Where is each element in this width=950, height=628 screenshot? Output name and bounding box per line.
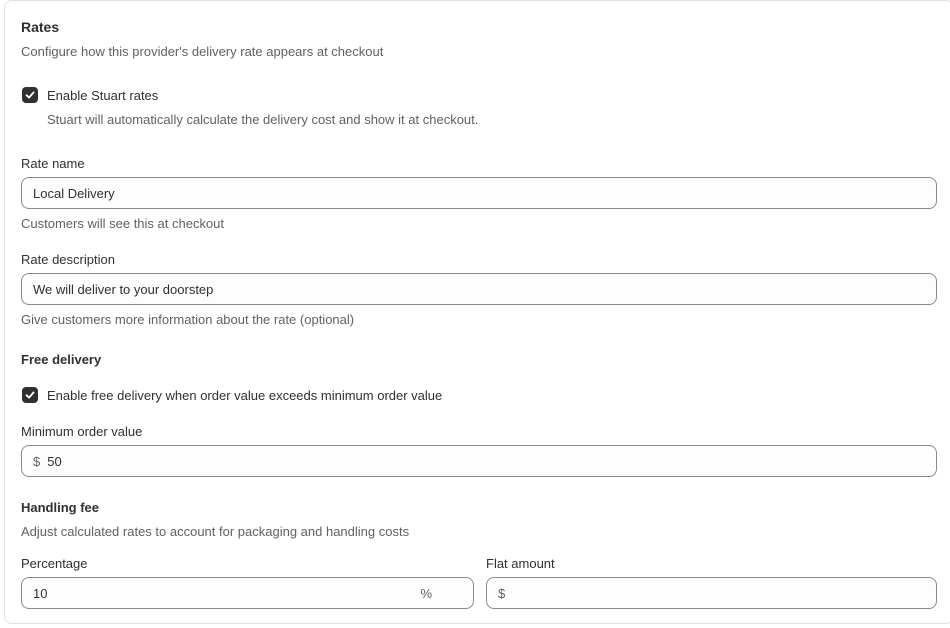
- rates-subtitle: Configure how this provider's delivery r…: [21, 44, 384, 59]
- rate-name-label: Rate name: [21, 156, 85, 171]
- handling-fee-subtitle: Adjust calculated rates to account for p…: [21, 524, 410, 539]
- enable-free-delivery-label[interactable]: Enable free delivery when order value ex…: [47, 388, 442, 403]
- enable-free-delivery-checkbox[interactable]: [22, 387, 38, 403]
- rate-description-label: Rate description: [21, 252, 115, 267]
- currency-prefix: $: [33, 453, 41, 469]
- rates-title: Rates: [21, 19, 60, 35]
- checkmark-icon: [25, 91, 35, 99]
- min-order-value: 50: [47, 453, 62, 469]
- rate-name-value: Local Delivery: [33, 185, 115, 201]
- flat-amount-input[interactable]: $: [486, 577, 937, 609]
- rate-name-input[interactable]: Local Delivery: [21, 177, 937, 209]
- enable-stuart-rates-label[interactable]: Enable Stuart rates: [47, 88, 158, 103]
- rate-description-input[interactable]: We will deliver to your doorstep: [21, 273, 937, 305]
- percentage-value: 10: [33, 585, 48, 601]
- enable-stuart-rates-checkbox[interactable]: [22, 87, 38, 103]
- min-order-label: Minimum order value: [21, 424, 143, 439]
- min-order-input[interactable]: $ 50: [21, 445, 937, 477]
- rates-card: Rates Configure how this provider's deli…: [4, 0, 950, 624]
- handling-fee-title: Handling fee: [21, 500, 100, 515]
- rate-description-help: Give customers more information about th…: [21, 312, 355, 327]
- checkmark-icon: [25, 391, 35, 399]
- currency-prefix: $: [498, 585, 506, 601]
- percentage-label: Percentage: [21, 556, 88, 571]
- enable-stuart-rates-help: Stuart will automatically calculate the …: [47, 112, 479, 127]
- percent-suffix: %: [420, 586, 432, 601]
- free-delivery-title: Free delivery: [21, 352, 102, 367]
- percentage-input[interactable]: 10 %: [21, 577, 474, 609]
- rate-description-value: We will deliver to your doorstep: [33, 281, 214, 297]
- flat-amount-label: Flat amount: [486, 556, 555, 571]
- rate-name-help: Customers will see this at checkout: [21, 216, 225, 231]
